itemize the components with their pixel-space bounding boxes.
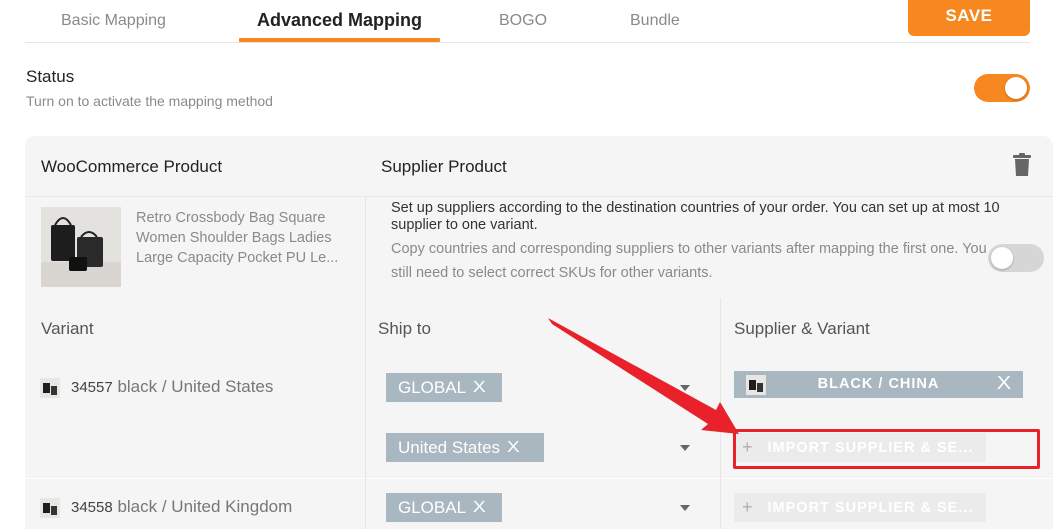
copy-countries-toggle[interactable] — [988, 244, 1044, 272]
variant-thumbnail — [40, 378, 60, 398]
supplier-variant-tag[interactable]: BLACK / CHINA X — [734, 371, 1023, 398]
tab-bogo[interactable]: BOGO — [499, 12, 547, 30]
chevron-down-icon[interactable] — [680, 445, 690, 451]
chevron-down-icon[interactable] — [680, 385, 690, 391]
product-image — [41, 207, 121, 287]
variant-name: black / United Kingdom — [117, 497, 293, 516]
product-name-line: Women Shoulder Bags Ladies — [136, 230, 332, 246]
product-row: Retro Crossbody Bag Square Women Shoulde… — [25, 196, 1053, 299]
tab-advanced-mapping[interactable]: Advanced Mapping — [257, 10, 422, 31]
variant-table-header: Variant Ship to Supplier & Variant — [25, 298, 1053, 358]
status-toggle[interactable] — [974, 74, 1030, 102]
variant-name: black / United States — [117, 377, 274, 396]
supplier-product-header: Supplier Product — [381, 157, 507, 176]
product-name-line: Retro Crossbody Bag Square — [136, 210, 326, 226]
ship-to-tag-label: United States — [398, 437, 501, 457]
import-supplier-label: IMPORT SUPPLIER & SE... — [767, 499, 974, 516]
status-title: Status — [26, 67, 75, 86]
table-row: 34558 black / United Kingdom GLOBAL X + I… — [25, 479, 1053, 529]
status-subtitle: Turn on to activate the mapping method — [26, 93, 273, 109]
variant-label: 34557 black / United States — [71, 377, 273, 397]
toggle-knob — [991, 247, 1013, 269]
variant-id: 34557 — [71, 379, 113, 396]
variant-table: Variant Ship to Supplier & Variant 34557… — [25, 298, 1053, 529]
annotation-highlight-box — [733, 429, 1040, 469]
product-name[interactable]: Retro Crossbody Bag Square Women Shoulde… — [136, 208, 356, 268]
supplier-variant-label: BLACK / CHINA — [817, 376, 940, 392]
ship-to-tag[interactable]: GLOBAL X — [386, 493, 502, 522]
tab-basic-mapping[interactable]: Basic Mapping — [61, 12, 166, 30]
ship-to-tag[interactable]: United States X — [386, 433, 544, 462]
save-button[interactable]: SAVE — [908, 0, 1030, 36]
supplier-setup-info: Set up suppliers according to the destin… — [391, 200, 1000, 233]
copy-countries-info: Copy countries and corresponding supplie… — [391, 241, 987, 281]
plus-icon: + — [742, 497, 754, 517]
product-name-line: Large Capacity Pocket PU Le... — [136, 250, 339, 266]
variant-column-header: Variant — [41, 319, 94, 338]
mapping-card: WooCommerce Product Supplier Product Ret… — [25, 136, 1053, 529]
supplier-variant-column-header: Supplier & Variant — [734, 319, 870, 338]
mapping-tabs: Basic Mapping Advanced Mapping BOGO Bund… — [25, 0, 1030, 43]
close-icon[interactable]: X — [997, 373, 1013, 394]
trash-icon[interactable] — [1013, 153, 1031, 177]
active-tab-indicator — [239, 38, 440, 42]
variant-id: 34558 — [71, 499, 113, 516]
ship-to-tag-label: GLOBAL — [398, 497, 467, 517]
variant-thumbnail — [40, 498, 60, 518]
ship-to-tag[interactable]: GLOBAL X — [386, 373, 502, 402]
ship-to-tag-label: GLOBAL — [398, 377, 467, 397]
close-icon[interactable]: X — [473, 499, 486, 517]
close-icon[interactable]: X — [473, 379, 486, 397]
column-divider — [365, 298, 366, 529]
import-supplier-button[interactable]: + IMPORT SUPPLIER & SE... — [734, 493, 986, 522]
chevron-down-icon[interactable] — [680, 505, 690, 511]
tab-bundle[interactable]: Bundle — [630, 12, 680, 30]
column-divider — [720, 298, 721, 529]
card-header: WooCommerce Product Supplier Product — [25, 136, 1053, 196]
toggle-knob — [1005, 77, 1027, 99]
ship-to-column-header: Ship to — [378, 319, 431, 338]
close-icon[interactable]: X — [507, 439, 520, 457]
variant-label: 34558 black / United Kingdom — [71, 497, 292, 517]
woocommerce-product-header: WooCommerce Product — [41, 157, 223, 176]
column-divider — [365, 197, 366, 299]
